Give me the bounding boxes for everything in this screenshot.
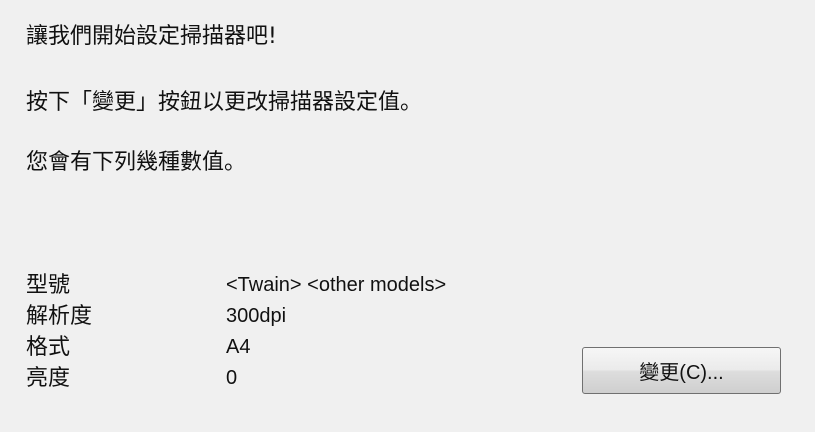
setting-value-model: <Twain> <other models> bbox=[226, 274, 447, 296]
setting-value-brightness: 0 bbox=[226, 367, 238, 389]
intro-text-instructions: 按下「變更」按鈕以更改掃描器設定值。 bbox=[26, 90, 423, 115]
setting-value-resolution: 300dpi bbox=[226, 305, 287, 327]
setting-label-format: 格式 bbox=[26, 335, 71, 360]
setting-label-resolution: 解析度 bbox=[26, 304, 93, 329]
scanner-setup-panel: 讓我們開始設定掃描器吧! 按下「變更」按鈕以更改掃描器設定值。 您會有下列幾種數… bbox=[0, 0, 815, 432]
change-settings-button[interactable]: 變更(C)... bbox=[582, 347, 781, 394]
intro-text-values: 您會有下列幾種數值。 bbox=[26, 150, 247, 175]
setting-label-model: 型號 bbox=[26, 273, 71, 298]
intro-text-start: 讓我們開始設定掃描器吧! bbox=[26, 24, 277, 49]
setting-label-brightness: 亮度 bbox=[26, 366, 71, 391]
setting-value-format: A4 bbox=[226, 336, 251, 358]
change-settings-button-label: 變更(C)... bbox=[639, 362, 724, 384]
